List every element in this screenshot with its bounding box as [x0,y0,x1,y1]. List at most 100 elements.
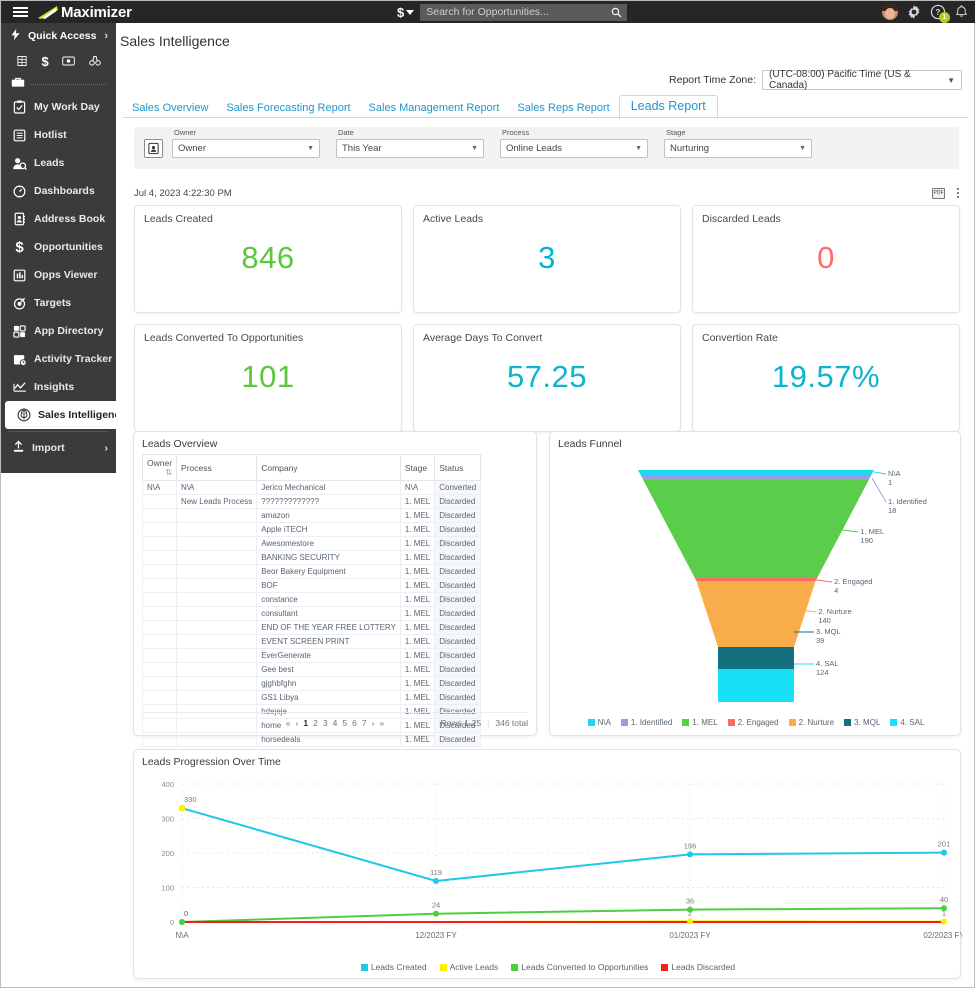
pagination-prev[interactable]: ‹ [296,718,299,728]
column-header-process[interactable]: Process [176,454,258,481]
table-row[interactable]: EverGenerate 1. MEL Discarded [141,648,482,663]
legend-item[interactable]: 3. MQL [844,718,880,727]
pagination-rows-info: Rows 1-25 | 346 total [441,718,528,728]
export-pdf-icon[interactable]: PDF [932,187,945,199]
table-row[interactable]: amazon 1. MEL Discarded [141,508,482,523]
sidebar-quick-access[interactable]: Quick Access › [1,23,116,49]
tab-sales-forecasting-report[interactable]: Sales Forecasting Report [217,99,359,118]
tab-leads-report[interactable]: Leads Report [618,95,718,119]
cell-company: Gee best [256,662,401,677]
column-header-status[interactable]: Status [434,454,482,481]
table-row[interactable]: N\A N\A Jerico Mechanical N\A Converted [141,480,482,495]
table-row[interactable]: GS1 Libya 1. MEL Discarded [141,690,482,705]
more-options-icon[interactable] [957,188,959,198]
table-row[interactable]: Awesomestore 1. MEL Discarded [141,536,482,551]
company-icon[interactable] [16,55,28,67]
pagination-page-3[interactable]: 3 [323,718,328,728]
cell-owner [141,662,178,677]
kpi-value: 101 [241,359,295,394]
pagination-page-7[interactable]: 7 [362,718,367,728]
tab-sales-reps-report[interactable]: Sales Reps Report [508,99,618,118]
search-input[interactable] [426,6,606,18]
sidebar-item-insights[interactable]: Insights [1,373,116,401]
card-icon[interactable] [62,56,76,66]
sidebar-item-sales-intelligence[interactable]: Sales Intelligence [5,401,126,429]
sidebar-item-opportunities[interactable]: $ Opportunities [1,233,116,261]
cell-company: amazon [256,508,401,523]
table-row[interactable]: END OF THE YEAR FREE LOTTERY 1. MEL Discar… [141,620,482,635]
legend-item[interactable]: 1. MEL [682,718,718,727]
tab-sales-management-report[interactable]: Sales Management Report [360,99,509,118]
bell-icon[interactable] [954,4,970,20]
pagination-first[interactable]: « [286,718,291,728]
legend-item[interactable]: 2. Nurture [788,718,834,727]
legend-item[interactable]: 1. Identified [620,718,672,727]
legend-item[interactable]: N\A [587,718,611,727]
legend-item[interactable]: 2. Engaged [727,718,779,727]
table-row[interactable]: Gee best 1. MEL Discarded [141,662,482,677]
sidebar-item-leads[interactable]: Leads [1,149,116,177]
legend-item[interactable]: 4. SAL [890,718,924,727]
pagination-next[interactable]: › [372,718,375,728]
report-timezone-value: (UTC-08:00) Pacific Time (US & Canada) [769,69,911,91]
table-row[interactable]: constance 1. MEL Discarded [141,592,482,607]
legend-item[interactable]: Leads Converted to Opportunities [511,962,648,972]
pagination-page-1[interactable]: 1 [303,718,308,728]
filter-label: Stage [666,127,686,137]
table-row[interactable]: gjghbfghn 1. MEL Discarded [141,676,482,691]
pagination-page-2[interactable]: 2 [313,718,318,728]
table-row[interactable]: Apple iTECH 1. MEL Discarded [141,522,482,537]
table-row[interactable]: EVENT SCREEN PRINT 1. MEL Discarded [141,634,482,649]
sidebar-item-app-directory[interactable]: App Directory [1,317,116,345]
table-row[interactable]: BOF 1. MEL Discarded [141,578,482,593]
table-row[interactable]: BANKING SECURITY 1. MEL Discarded [141,550,482,565]
filter-process-select[interactable]: Online Leads ▼ [500,138,648,158]
sidebar-item-targets[interactable]: Targets [1,289,116,317]
tab-sales-overview[interactable]: Sales Overview [123,99,217,118]
dollar-icon[interactable]: $ [42,54,49,69]
sidebar-item-my-work-day[interactable]: My Work Day [1,93,116,121]
funnel-label-1: 1. Identified [888,497,927,506]
apps-icon [12,324,27,339]
report-timezone-select[interactable]: (UTC-08:00) Pacific Time (US & Canada) ▼ [762,69,962,91]
top-bar: Maximizer $ Search for Opportunities... … [1,1,975,23]
pagination-last[interactable]: » [379,718,384,728]
filter-stage-select[interactable]: Nurturing ▼ [664,138,812,158]
tabs-underline [123,117,968,118]
application-window: Maximizer $ Search for Opportunities... … [0,0,975,988]
filter-date-select[interactable]: This Year ▼ [336,138,484,158]
hamburger-icon[interactable] [7,7,33,17]
pagination-page-5[interactable]: 5 [342,718,347,728]
table-row[interactable]: New Leads Process????????????? 1. MEL Disc… [141,494,482,509]
filter-owner-select[interactable]: Owner ▼ [172,138,320,158]
avatar[interactable] [882,4,898,20]
table-row[interactable]: horsedeals 1. MEL Discarded [141,732,482,747]
sidebar-item-hotlist[interactable]: Hotlist [1,121,116,149]
sidebar-item-address-book[interactable]: Address Book [1,205,116,233]
search-button[interactable] [605,3,628,21]
legend-item[interactable]: Leads Discarded [661,962,735,972]
sidebar-item-dashboards[interactable]: Dashboards [1,177,116,205]
owner-picker-button[interactable] [144,138,163,158]
table-row[interactable]: consultant 1. MEL Discarded [141,606,482,621]
column-header-stage[interactable]: Stage [399,454,436,481]
sort-icon[interactable]: ⇅ [165,468,172,477]
legend-item[interactable]: Leads Created [360,962,427,972]
legend-item[interactable]: Active Leads [439,962,498,972]
point-label-0-2: 196 [684,841,697,850]
sidebar-item-opps-viewer[interactable]: Opps Viewer [1,261,116,289]
column-header-owner[interactable]: Owner ⇅ [141,454,178,481]
binoculars-icon[interactable] [89,55,101,67]
sidebar-item-import[interactable]: Import › [1,434,116,462]
pagination-page-6[interactable]: 6 [352,718,357,728]
sidebar-item-activity-tracker[interactable]: Activity Tracker [1,345,116,373]
gear-icon[interactable] [906,4,922,20]
help-icon[interactable]: ? 1 [930,4,950,23]
legend-swatch [727,719,735,726]
table-row[interactable]: Beor Bakery Equipment 1. MEL Discarded [141,564,482,579]
cell-status: Discarded [434,592,482,607]
pagination-page-4[interactable]: 4 [333,718,338,728]
search-box[interactable] [420,3,606,21]
column-header-company[interactable]: Company [256,454,401,481]
currency-selector[interactable]: $ [397,5,415,20]
